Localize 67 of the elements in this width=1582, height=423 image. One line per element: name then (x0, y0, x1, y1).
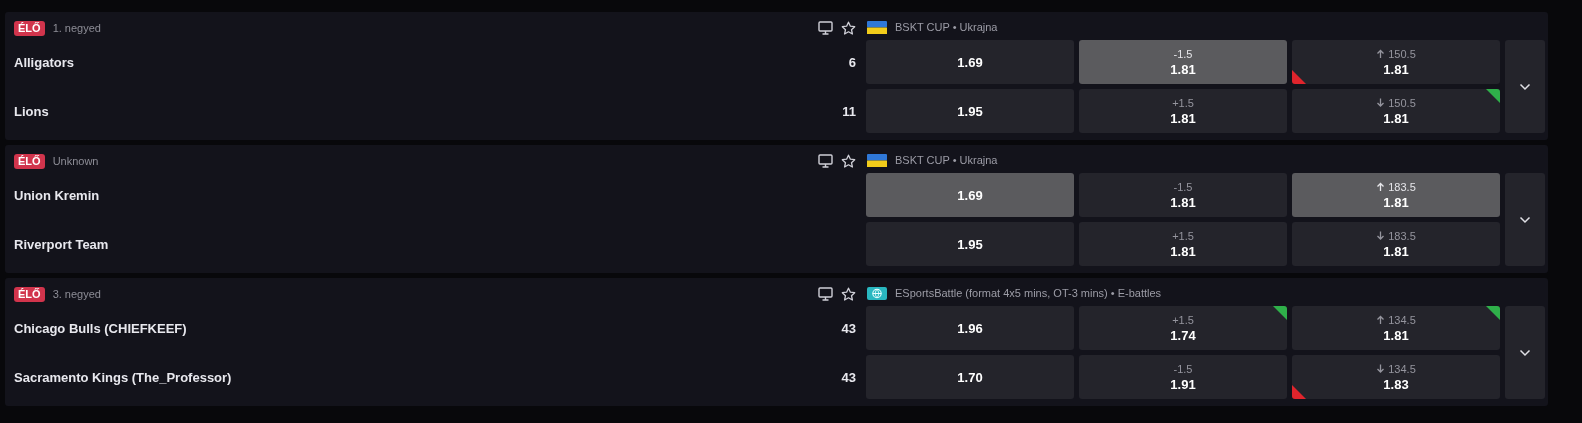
odds-button[interactable]: +1.5 1.81 (1079, 222, 1287, 266)
odds-button[interactable]: 1.69 (866, 173, 1074, 217)
team-name: Lions (14, 102, 49, 121)
odds-button[interactable]: 183.5 1.81 (1292, 173, 1500, 217)
line-value: 134.5 (1388, 361, 1416, 376)
star-icon (841, 153, 856, 169)
team-name: Union Kremin (14, 186, 100, 205)
star-icon (841, 20, 856, 36)
odds-button[interactable]: 183.5 1.81 (1292, 222, 1500, 266)
arrow-up-icon (1376, 48, 1386, 59)
match-period: Unknown (52, 153, 99, 169)
odds-button[interactable]: 1.95 (866, 222, 1074, 266)
line-value: 134.5 (1388, 312, 1416, 327)
arrow-down-icon (1376, 363, 1386, 374)
live-badge: ÉLŐ (14, 286, 45, 302)
team-name: Riverport Team (14, 235, 109, 254)
odds-button[interactable]: +1.5 1.74 (1079, 306, 1287, 350)
arrow-up-icon (1376, 314, 1386, 325)
team-name: Alligators (14, 53, 74, 72)
live-badge: ÉLŐ (14, 153, 45, 169)
odds-button[interactable]: -1.5 1.81 (1079, 40, 1287, 84)
odds-button[interactable]: 134.5 1.81 (1292, 306, 1500, 350)
match-period: 1. negyed (52, 20, 101, 36)
team-name: Chicago Bulls (CHIEFKEEF) (14, 319, 187, 338)
line-value: 183.5 (1388, 179, 1416, 194)
team-score: 43 (841, 319, 856, 338)
line-value: 150.5 (1388, 95, 1416, 110)
line-value: 150.5 (1388, 46, 1416, 61)
line-value: +1.5 (1172, 228, 1194, 243)
league-name: ESportsBattle (format 4x5 mins, OT-3 mins) • E-battles (895, 285, 1162, 301)
arrow-down-icon (1376, 230, 1386, 241)
line-value: -1.5 (1173, 46, 1193, 61)
team-score: 11 (842, 102, 856, 121)
chevron-down-icon (1519, 348, 1531, 357)
odds-button[interactable]: 1.69 (866, 40, 1074, 84)
league-name: BSKT CUP • Ukrajna (895, 152, 998, 168)
odds-button[interactable]: 1.70 (866, 355, 1074, 399)
chevron-down-icon (1519, 215, 1531, 224)
odds-button[interactable]: -1.5 1.91 (1079, 355, 1287, 399)
line-value: -1.5 (1173, 361, 1193, 376)
odds-button[interactable]: 150.5 1.81 (1292, 89, 1500, 133)
odds-button[interactable]: 1.96 (866, 306, 1074, 350)
team-score: 43 (841, 368, 856, 387)
monitor-icon (818, 287, 833, 301)
line-value: -1.5 (1173, 179, 1193, 194)
star-icon (841, 286, 856, 302)
line-value: 183.5 (1388, 228, 1416, 243)
line-value: +1.5 (1172, 95, 1194, 110)
live-badge: ÉLŐ (14, 20, 45, 36)
monitor-icon (818, 154, 833, 168)
expand-button[interactable] (1505, 173, 1545, 266)
odds-button[interactable]: +1.5 1.81 (1079, 89, 1287, 133)
chevron-down-icon (1519, 82, 1531, 91)
team-name: Sacramento Kings (The_Professor) (14, 368, 232, 387)
team-score: 6 (848, 53, 856, 72)
expand-button[interactable] (1505, 306, 1545, 399)
odds-button[interactable]: 1.95 (866, 89, 1074, 133)
odds-button[interactable]: 150.5 1.81 (1292, 40, 1500, 84)
monitor-icon (818, 21, 833, 35)
league-name: BSKT CUP • Ukrajna (895, 19, 998, 35)
expand-button[interactable] (1505, 40, 1545, 133)
match-period: 3. negyed (52, 286, 101, 302)
arrow-down-icon (1376, 97, 1386, 108)
odds-button[interactable]: -1.5 1.81 (1079, 173, 1287, 217)
arrow-up-icon (1376, 181, 1386, 192)
odds-button[interactable]: 134.5 1.83 (1292, 355, 1500, 399)
line-value: +1.5 (1172, 312, 1194, 327)
